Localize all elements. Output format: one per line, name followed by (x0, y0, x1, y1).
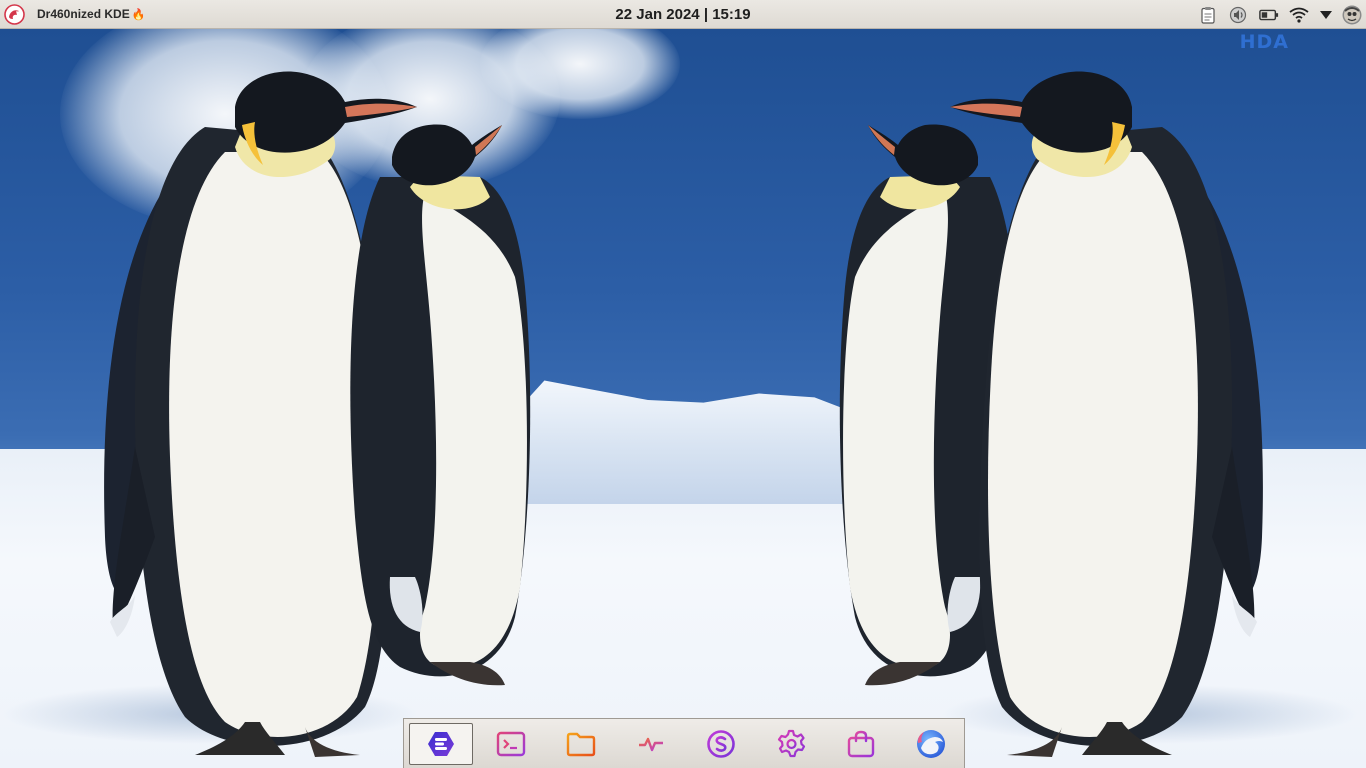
dock-item-terminal[interactable] (479, 723, 543, 765)
store-bag-icon (847, 730, 875, 758)
desktop-wallpaper: HDA (0, 29, 1366, 768)
top-panel: Dr460nized KDE 🔥 22 Jan 2024 | 15:19 (0, 0, 1366, 29)
dragon-logo-icon[interactable] (4, 4, 25, 25)
dock-item-app-launcher[interactable] (409, 723, 473, 765)
app-title[interactable]: Dr460nized KDE 🔥 (37, 0, 145, 29)
glacier (500, 380, 870, 504)
dock-item-store[interactable] (829, 723, 893, 765)
penguin-left-back (350, 124, 531, 686)
flame-icon: 🔥 (131, 9, 146, 21)
expand-tray-icon[interactable] (1316, 5, 1336, 25)
app-launcher-icon (428, 732, 454, 756)
file-manager-icon (566, 732, 596, 757)
penguin-right-front (950, 71, 1263, 757)
terminal-icon (496, 731, 526, 757)
dock-item-settings[interactable] (759, 723, 823, 765)
hda-watermark: HDA (1239, 31, 1289, 53)
dock-item-browser[interactable] (899, 723, 963, 765)
system-monitor-icon (638, 733, 664, 756)
clock-separator: | (703, 6, 709, 23)
dock-item-software-center[interactable] (689, 723, 753, 765)
browser-icon (917, 730, 945, 758)
user-avatar-icon[interactable] (1342, 5, 1362, 25)
dock-item-system-monitor[interactable] (619, 723, 683, 765)
clock: 22 Jan 2024 | 15:19 (0, 0, 1366, 29)
software-center-icon (707, 730, 735, 758)
date-label[interactable]: 22 Jan 2024 (615, 6, 699, 23)
battery-icon[interactable] (1259, 5, 1279, 25)
app-title-text: Dr460nized KDE (37, 7, 130, 21)
time-label[interactable]: 15:19 (712, 6, 750, 23)
wifi-icon[interactable] (1289, 5, 1309, 25)
dock-item-file-manager[interactable] (549, 723, 613, 765)
settings-icon (777, 729, 806, 758)
clipboard-icon[interactable] (1198, 5, 1218, 25)
audio-icon[interactable] (1228, 5, 1248, 25)
dock (403, 718, 965, 768)
